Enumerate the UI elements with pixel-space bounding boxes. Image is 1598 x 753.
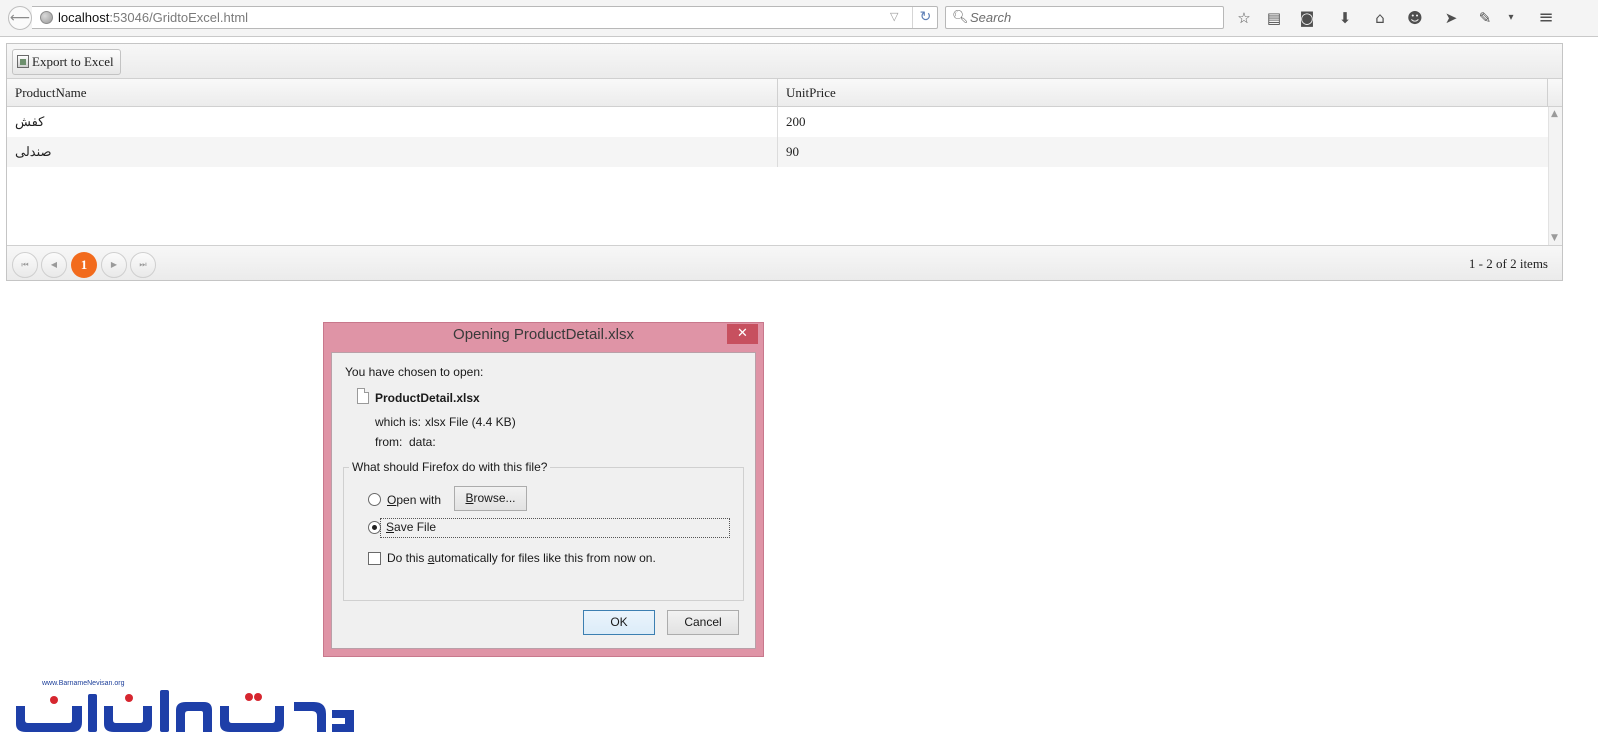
open-with-radio[interactable] [368,493,381,506]
product-grid: Export to Excel ProductName UnitPrice کف… [6,43,1563,281]
scroll-up-icon[interactable]: ▲ [1551,109,1558,119]
close-icon: ✕ [737,326,748,341]
from-value: data: [409,435,436,449]
url-host: localhost [58,10,110,25]
excel-icon [17,55,29,68]
download-dialog: Opening ProductDetail.xlsx ✕ You have ch… [323,322,764,657]
file-type-value: xlsx File (4.4 KB) [425,415,516,429]
cell-unit-price: 90 [786,144,799,159]
column-header-productname[interactable]: ProductName [7,79,778,107]
cell-unit-price: 200 [786,114,806,129]
bookmarks-menu-icon[interactable]: ▤ [1263,7,1285,29]
browse-button[interactable]: Browse... [454,486,527,511]
first-page-icon[interactable]: ⏮ [12,252,38,278]
reload-icon[interactable]: ↻ [912,7,938,28]
dialog-body: You have chosen to open: ProductDetail.x… [331,352,756,649]
action-question: What should Firefox do with this file? [349,460,551,474]
extension-icon[interactable]: ✎ [1474,7,1496,29]
auto-action-label[interactable]: Do this automatically for files like thi… [387,551,656,565]
open-with-label[interactable]: Open with [387,493,441,507]
pager-info: 1 - 2 of 2 items [1468,256,1548,271]
grid-header: ProductName UnitPrice [7,79,1562,107]
home-icon[interactable]: ⌂ [1369,7,1391,29]
export-label: Export to Excel [32,54,114,69]
search-icon: 🔍︎ [952,10,969,25]
ok-button[interactable]: OK [583,610,655,635]
search-box[interactable]: 🔍︎ [945,6,1224,29]
close-button[interactable]: ✕ [727,324,758,344]
action-fieldset: What should Firefox do with this file? O… [343,460,744,601]
current-page: 1 [71,252,97,278]
chosen-to-open-label: You have chosen to open: [345,365,484,379]
scroll-down-icon[interactable]: ▼ [1551,233,1558,243]
header-scroll-spacer [1547,79,1562,107]
grid-pager: ⏮ ◀ 1 ▶ ⏭ 1 - 2 of 2 items [7,245,1562,280]
vertical-scrollbar[interactable]: ▲ ▼ [1548,107,1562,245]
url-text[interactable]: localhost:53046/GridtoExcel.html [58,10,248,25]
table-row[interactable]: صندلی 90 [7,137,1548,167]
logo-graphic [16,690,354,732]
last-page-icon[interactable]: ⏭ [130,252,156,278]
downloads-icon[interactable]: ⬇ [1334,7,1356,29]
url-path: :53046/GridtoExcel.html [109,10,249,25]
extension-dropdown-icon[interactable]: ▾ [1500,7,1522,29]
back-button[interactable]: ⟵ [8,6,32,30]
save-file-label[interactable]: Save File [386,520,436,534]
barnamenevisan-logo: www.BarnameNevisan.org [14,680,359,738]
export-to-excel-button[interactable]: Export to Excel [12,49,121,75]
which-is-label: which is: [375,415,422,429]
back-arrow-icon: ⟵ [9,10,31,26]
menu-icon[interactable]: ≡ [1535,7,1557,29]
grid-toolbar: Export to Excel [7,44,1562,79]
file-icon [357,388,369,404]
address-bar[interactable]: localhost:53046/GridtoExcel.html ▽ ↻ [32,6,938,29]
chat-icon[interactable]: ☻ [1404,7,1426,29]
next-page-icon[interactable]: ▶ [101,252,127,278]
cell-product-name: صندلی [7,137,778,167]
globe-icon [40,11,53,24]
browser-toolbar: ⟵ localhost:53046/GridtoExcel.html ▽ ↻ 🔍… [0,0,1598,37]
from-label: from: [375,435,403,449]
logo-url: www.BarnameNevisan.org [42,680,125,687]
bookmark-star-icon[interactable]: ☆ [1233,7,1255,29]
share-icon[interactable]: ➤ [1440,7,1462,29]
history-dropdown-icon[interactable]: ▽ [890,10,898,23]
cancel-button[interactable]: Cancel [667,610,739,635]
grid-content: کفش 200 صندلی 90 [7,107,1548,245]
table-row[interactable]: کفش 200 [7,107,1548,137]
previous-page-icon[interactable]: ◀ [41,252,67,278]
dialog-title: Opening ProductDetail.xlsx [453,326,634,343]
pocket-icon[interactable]: ◙ [1296,7,1318,29]
auto-action-checkbox[interactable] [368,552,381,565]
cell-product-name: کفش [7,107,778,137]
file-name: ProductDetail.xlsx [375,391,480,405]
column-header-unitprice[interactable]: UnitPrice [778,79,1548,107]
search-input[interactable] [970,8,1220,27]
